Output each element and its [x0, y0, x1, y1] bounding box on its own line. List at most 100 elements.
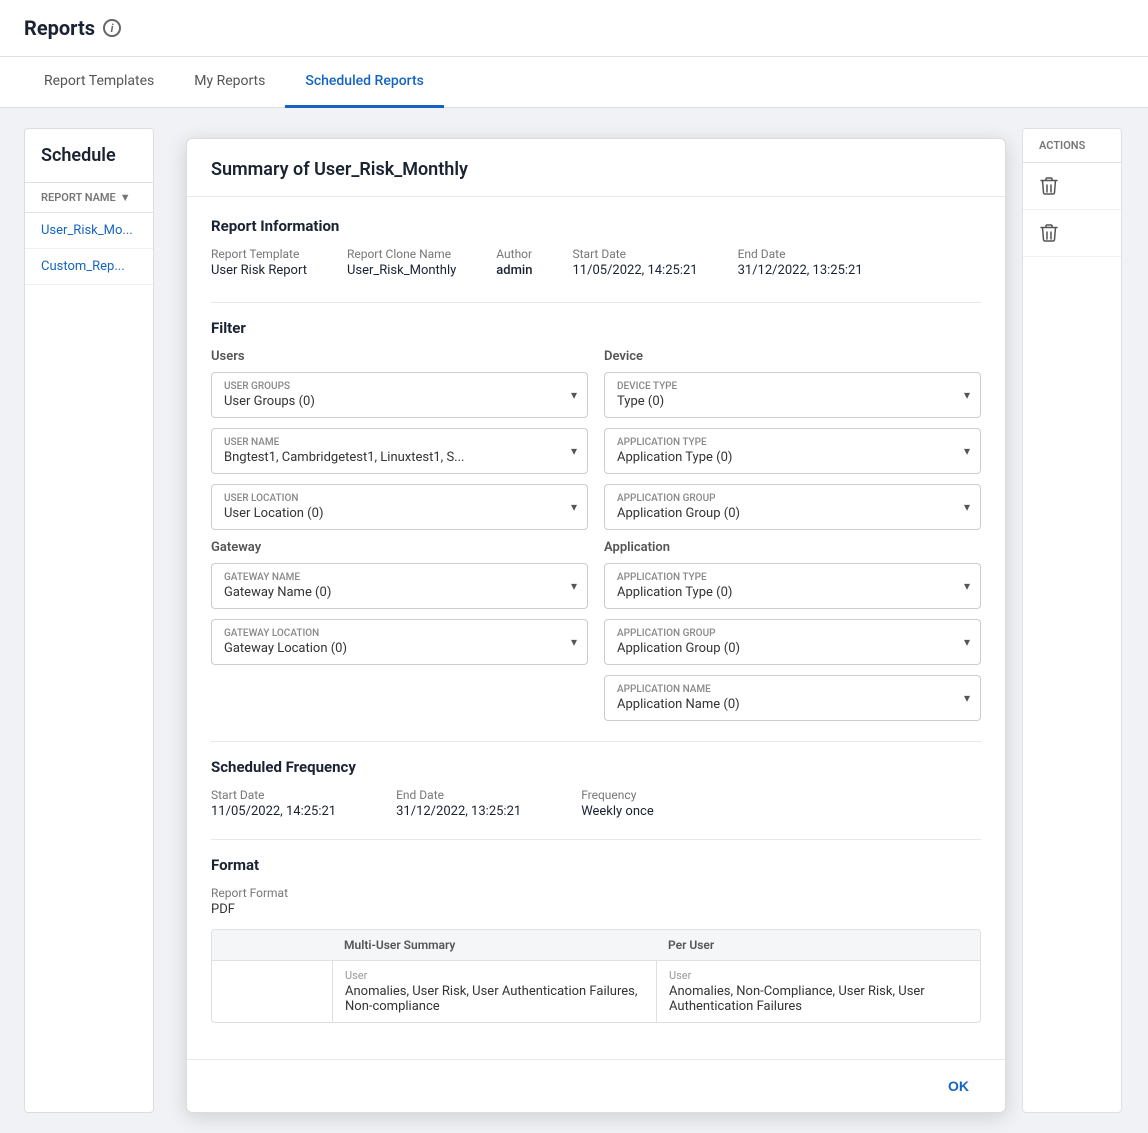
dropdown-arrow-icon: ▾ [571, 579, 577, 593]
application-type-dropdown[interactable]: APPLICATION TYPE Application Type (0) ▾ [604, 428, 981, 474]
user-location-dropdown-col: USER LOCATION User Location (0) ▾ [211, 484, 588, 530]
dropdown-arrow-icon: ▾ [571, 388, 577, 402]
author-value: admin [496, 263, 532, 278]
modal-title: Summary of User_Risk_Monthly [211, 159, 981, 180]
dropdown-arrow-icon: ▾ [964, 444, 970, 458]
freq-end-value: 31/12/2022, 13:25:21 [396, 804, 521, 819]
ok-button[interactable]: OK [936, 1072, 981, 1100]
user-sublabel: User [345, 969, 644, 982]
report-info-section-title: Report Information [211, 217, 981, 235]
user-location-label: USER LOCATION [224, 493, 575, 504]
end-date-label: End Date [738, 247, 863, 261]
summary-modal: Summary of User_Risk_Monthly Report Info… [186, 138, 1006, 1113]
tab-scheduled-reports[interactable]: Scheduled Reports [285, 57, 443, 108]
app-group-value2: Application Group (0) [617, 641, 968, 656]
modal-header: Summary of User_Risk_Monthly [187, 139, 1005, 197]
actions-sidebar: ACTIONS [1022, 128, 1122, 1113]
user-groups-value: User Groups (0) [224, 394, 575, 409]
freq-start-date: Start Date 11/05/2022, 14:25:21 [211, 788, 336, 819]
report-format-label: Report Format [211, 886, 288, 900]
format-table: Multi-User Summary Per User User Anomali… [211, 929, 981, 1023]
gateway-location-value: Gateway Location (0) [224, 641, 575, 656]
format-section-title: Format [211, 856, 981, 874]
gateway-name-value: Gateway Name (0) [224, 585, 575, 600]
device-type-dropdown[interactable]: DEVICE TYPE Type (0) ▾ [604, 372, 981, 418]
user-name-dropdown[interactable]: USER NAME Bngtest1, Cambridgetest1, Linu… [211, 428, 588, 474]
dropdown-arrow-icon: ▾ [964, 691, 970, 705]
user-groups-label: USER GROUPS [224, 381, 575, 392]
userlocation-appgroup-row: USER LOCATION User Location (0) ▾ APPLIC… [211, 484, 981, 530]
gateway-location-dropdown[interactable]: GATEWAY LOCATION Gateway Location (0) ▾ [211, 619, 588, 665]
gateway-appname-row: Gateway GATEWAY NAME Gateway Name (0) ▾ … [211, 540, 981, 721]
tab-report-templates[interactable]: Report Templates [24, 57, 174, 108]
user-location-dropdown[interactable]: USER LOCATION User Location (0) ▾ [211, 484, 588, 530]
delete-action-1[interactable] [1023, 163, 1121, 210]
dropdown-arrow-icon: ▾ [964, 388, 970, 402]
dropdown-arrow-icon: ▾ [964, 579, 970, 593]
left-panel: Schedule REPORT NAME ▼ User_Risk_Mo... C… [24, 128, 154, 1113]
report-template-value: User Risk Report [211, 263, 307, 278]
divider-1 [211, 302, 981, 303]
app-group-label2: APPLICATION GROUP [617, 628, 968, 639]
app-name-value: Application Name (0) [617, 697, 968, 712]
trash-icon-2 [1039, 222, 1059, 244]
delete-action-2[interactable] [1023, 210, 1121, 257]
divider-2 [211, 741, 981, 742]
device-type-label: DEVICE TYPE [617, 381, 968, 392]
username-apptype-row: USER NAME Bngtest1, Cambridgetest1, Linu… [211, 428, 981, 474]
freq-start-value: 11/05/2022, 14:25:21 [211, 804, 336, 819]
report-row-custom[interactable]: Custom_Rep... [25, 249, 153, 285]
content-area: Schedule REPORT NAME ▼ User_Risk_Mo... C… [0, 108, 1148, 1133]
gateway-name-dropdown[interactable]: GATEWAY NAME Gateway Name (0) ▾ [211, 563, 588, 609]
user-groups-dropdown[interactable]: USER GROUPS User Groups (0) ▾ [211, 372, 588, 418]
format-label-col: Report Format PDF [211, 886, 288, 917]
page-title: Reports [24, 16, 95, 40]
tab-my-reports[interactable]: My Reports [174, 57, 285, 108]
per-user-items: Anomalies, Non-Compliance, User Risk, Us… [669, 984, 968, 1014]
app-group-dropdown-col: APPLICATION GROUP Application Group (0) … [604, 484, 981, 530]
user-location-value: User Location (0) [224, 506, 575, 521]
page-header: Reports i [0, 0, 1148, 57]
dropdown-arrow-icon: ▾ [571, 500, 577, 514]
users-device-row: Users USER GROUPS User Groups (0) ▾ Devi… [211, 349, 981, 418]
app-group-label: APPLICATION GROUP [617, 493, 968, 504]
report-template-label: Report Template [211, 247, 307, 261]
report-template-item: Report Template User Risk Report [211, 247, 307, 278]
per-user-sublabel: User [669, 969, 968, 982]
frequency-grid: Start Date 11/05/2022, 14:25:21 End Date… [211, 788, 981, 819]
start-date-value: 11/05/2022, 14:25:21 [572, 263, 697, 278]
gateway-col: Gateway GATEWAY NAME Gateway Name (0) ▾ … [211, 540, 588, 721]
clone-name-item: Report Clone Name User_Risk_Monthly [347, 247, 456, 278]
app-type-value2: Application Type (0) [617, 585, 968, 600]
format-cell-multi-user: User Anomalies, User Risk, User Authenti… [332, 961, 656, 1022]
end-date-item: End Date 31/12/2022, 13:25:21 [738, 247, 863, 278]
clone-name-value: User_Risk_Monthly [347, 263, 456, 278]
app-group-dropdown2[interactable]: APPLICATION GROUP Application Group (0) … [604, 619, 981, 665]
dropdown-arrow-icon: ▾ [964, 635, 970, 649]
users-label: Users [211, 349, 588, 364]
freq-frequency: Frequency Weekly once [581, 788, 654, 819]
user-name-value: Bngtest1, Cambridgetest1, Linuxtest1, S.… [224, 450, 575, 465]
format-header-empty [212, 930, 332, 961]
username-dropdown-col: USER NAME Bngtest1, Cambridgetest1, Linu… [211, 428, 588, 474]
application-name-dropdown[interactable]: APPLICATION TYPE Application Type (0) ▾ [604, 563, 981, 609]
application-group-dropdown[interactable]: APPLICATION GROUP Application Group (0) … [604, 484, 981, 530]
report-row-user-risk[interactable]: User_Risk_Mo... [25, 213, 153, 249]
tabs-bar: Report Templates My Reports Scheduled Re… [0, 57, 1148, 108]
app-name-dropdown[interactable]: APPLICATION NAME Application Name (0) ▾ [604, 675, 981, 721]
app-type-value: Application Type (0) [617, 450, 968, 465]
filter-section-title: Filter [211, 319, 981, 337]
dropdown-arrow-icon: ▾ [571, 444, 577, 458]
divider-3 [211, 839, 981, 840]
device-column: Device DEVICE TYPE Type (0) ▾ [604, 349, 981, 418]
app-type-dropdown-col: APPLICATION TYPE Application Type (0) ▾ [604, 428, 981, 474]
freq-section-title: Scheduled Frequency [211, 758, 981, 776]
freq-value: Weekly once [581, 804, 654, 819]
application-col: Application APPLICATION TYPE Application… [604, 540, 981, 721]
report-format-value: PDF [211, 902, 288, 917]
modal-footer: OK [187, 1059, 1005, 1112]
format-section: Format Report Format PDF Multi-User Summ… [211, 856, 981, 1023]
users-column: Users USER GROUPS User Groups (0) ▾ [211, 349, 588, 418]
info-icon[interactable]: i [103, 19, 121, 37]
app-type-label2: APPLICATION TYPE [617, 572, 968, 583]
